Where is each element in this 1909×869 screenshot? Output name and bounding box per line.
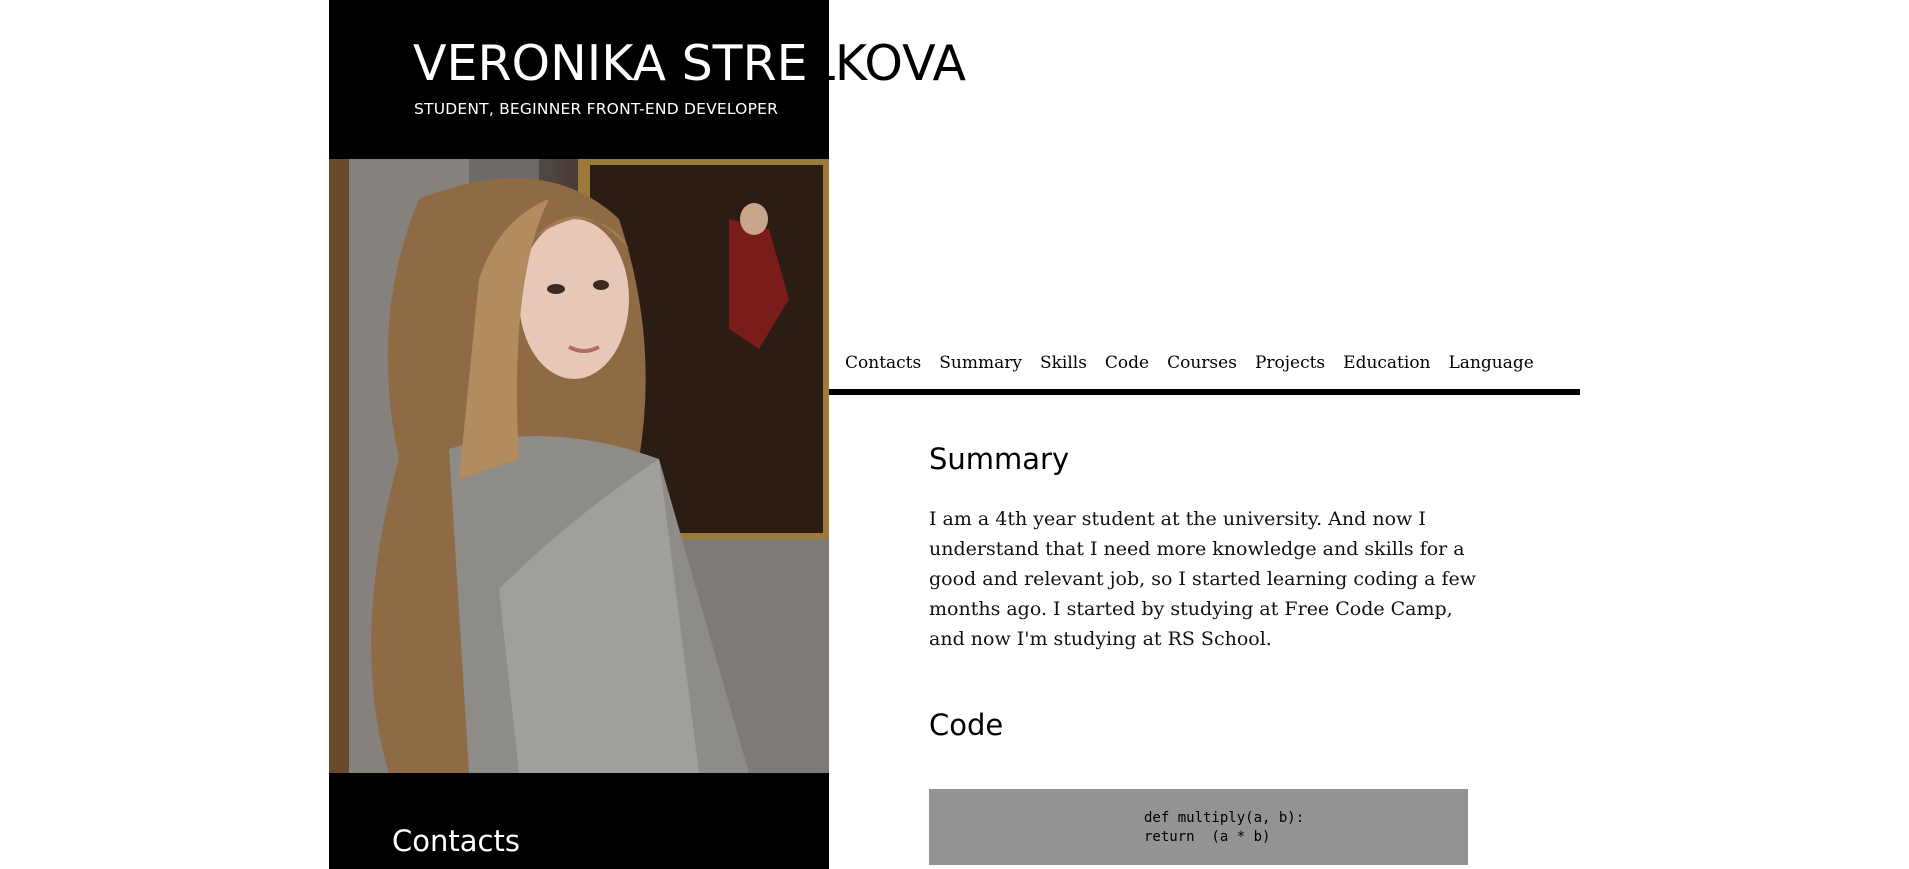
main-nav: Contacts Summary Skills Code Courses Pro… — [829, 350, 1580, 395]
nav-item-skills[interactable]: Skills — [1040, 353, 1087, 373]
nav-item-language[interactable]: Language — [1449, 353, 1534, 373]
nav-item-code[interactable]: Code — [1105, 353, 1149, 373]
site-subtitle: STUDENT, BEGINNER FRONT-END DEVELOPER — [414, 100, 779, 118]
nav-list: Contacts Summary Skills Code Courses Pro… — [845, 353, 1552, 373]
site-name-part1: VERONIKA STRE — [413, 35, 808, 92]
code-line-2: return (a * b) — [1144, 829, 1271, 845]
nav-item-contacts[interactable]: Contacts — [845, 353, 921, 373]
nav-item-education[interactable]: Education — [1343, 353, 1430, 373]
profile-photo — [329, 159, 829, 773]
nav-item-courses[interactable]: Courses — [1167, 353, 1237, 373]
nav-item-projects[interactable]: Projects — [1255, 353, 1325, 373]
summary-heading: Summary — [929, 442, 1070, 476]
nav-item-summary[interactable]: Summary — [939, 353, 1022, 373]
code-block: def multiply(a, b): return (a * b) — [929, 789, 1468, 865]
sidebar-contacts-heading: Contacts — [392, 824, 520, 858]
site-name-part2: LKOVA — [807, 35, 966, 92]
summary-text: I am a 4th year student at the universit… — [929, 508, 1477, 650]
site-name: VERONIKA STRELKOVA — [413, 34, 966, 94]
code-line-1: def multiply(a, b): — [1144, 810, 1305, 826]
code-heading: Code — [929, 708, 1004, 742]
